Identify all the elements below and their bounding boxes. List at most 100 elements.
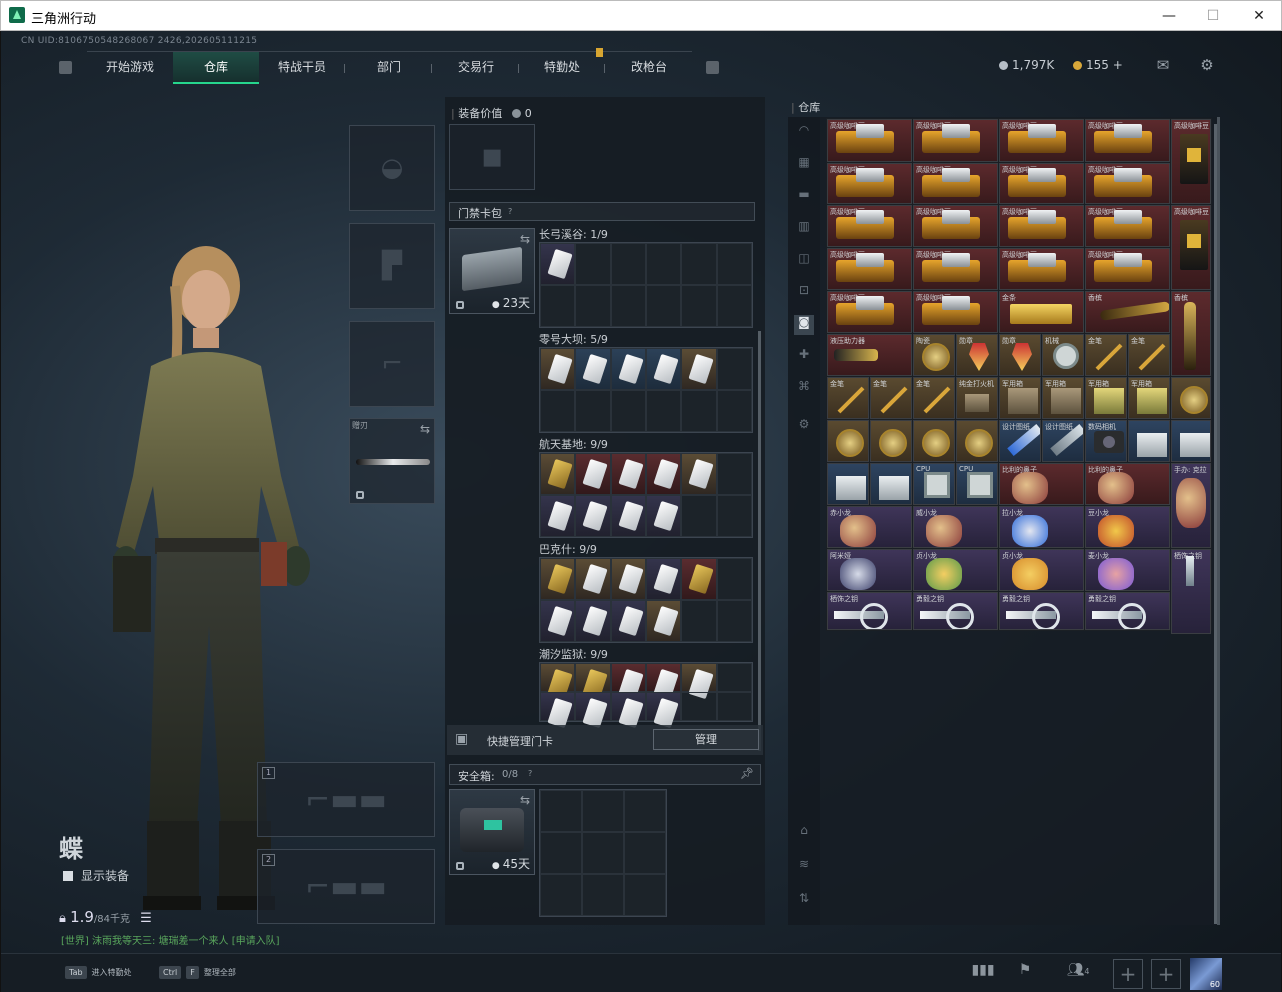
stats-chart-icon[interactable]: ▮▮▮ [971,962,995,984]
warehouse-item[interactable] [1171,377,1211,419]
keycard-item[interactable] [645,453,682,495]
warehouse-item[interactable]: 高级咖啡豆 [913,205,998,247]
warehouse-item[interactable]: 高级咖啡豆 [913,248,998,290]
category-mod-icon[interactable]: ⊡ [794,283,814,303]
warehouse-item[interactable]: 军用箱 [1042,377,1084,419]
safebox-cell[interactable] [540,832,582,874]
safebox-cell[interactable] [582,874,624,916]
warehouse-item[interactable] [827,463,869,505]
keycard-item[interactable] [540,663,576,692]
warehouse-item[interactable]: 金笔 [827,377,869,419]
warehouse-item[interactable]: 金笔 [913,377,955,419]
warehouse-item[interactable] [1128,420,1170,462]
warehouse-item[interactable]: 高级咖啡豆 [913,163,998,204]
warehouse-item[interactable]: 勇毅之钥 [999,592,1084,630]
party-icon[interactable]: 👥︎4 [1061,962,1095,984]
keycard-item[interactable] [540,348,576,390]
warehouse-item[interactable]: 设计图纸 [1042,420,1084,462]
keycard-item[interactable] [540,692,576,721]
keycard-item[interactable] [575,453,611,495]
swap-icon[interactable]: ⇆ [420,422,430,436]
warehouse-item[interactable]: CPU [956,463,998,505]
keycard-item[interactable] [610,600,646,642]
settings-gear-icon[interactable]: ⚙ [1197,56,1217,74]
keycard-item[interactable] [645,558,682,600]
help-icon[interactable]: ? [528,769,532,778]
warehouse-item[interactable]: 高级咖啡豆 [827,291,912,333]
warehouse-item[interactable]: 高级咖啡豆 [1171,119,1211,204]
warehouse-item[interactable]: 高级咖啡豆 [999,248,1084,290]
warehouse-item[interactable]: 拉小龙 [999,506,1084,548]
warehouse-item[interactable] [913,420,955,462]
keycard-item[interactable] [645,600,682,642]
warehouse-item[interactable]: 设计图纸 [999,420,1041,462]
add-currency-button[interactable]: + [1113,58,1123,72]
keycard-item[interactable] [645,348,682,390]
warehouse-item[interactable]: 高级咖啡豆 [1085,119,1170,162]
keycard-item[interactable] [610,495,646,537]
keycard-item[interactable] [645,495,682,537]
minimize-button[interactable]: — [1149,5,1189,27]
tab-operators[interactable]: 特战干员 [259,52,345,84]
tab-department[interactable]: 部门 [346,52,432,84]
sort-icon[interactable]: ⇅ [794,891,814,911]
backpack-slot[interactable]: ◼ [449,124,535,190]
warehouse-item[interactable]: 高级咖啡豆 [1171,205,1211,290]
nav-prev-button[interactable] [59,61,72,74]
warehouse-item[interactable]: 纯金打火机 [956,377,998,419]
safebox-cell[interactable] [624,832,666,874]
invite-slot-button[interactable]: + [1151,959,1181,989]
keycard-item[interactable] [610,663,646,692]
keycard-item[interactable] [610,692,646,721]
warehouse-scrollbar[interactable] [1214,124,1217,924]
warehouse-item[interactable]: 数码相机 [1085,420,1127,462]
warehouse-item[interactable]: 高级咖啡豆 [1085,205,1170,247]
category-backpack-icon[interactable]: ◫ [794,251,814,271]
safebox-cell[interactable] [624,790,666,832]
warehouse-item[interactable]: 赤小龙 [827,506,912,548]
swap-icon[interactable]: ⇆ [520,793,530,807]
special-ops-shortcut[interactable]: Tab 进入特勤处 [65,966,132,979]
flag-icon[interactable]: ⚑ [1013,962,1037,984]
warehouse-item[interactable] [870,463,912,505]
tab-gunsmith[interactable]: 改枪台 [606,52,692,84]
layers-icon[interactable]: ≋ [794,857,814,877]
safebox-cell[interactable] [540,874,582,916]
warehouse-item[interactable]: 高级咖啡豆 [999,119,1084,162]
warehouse-item[interactable] [956,420,998,462]
warehouse-item[interactable]: 栖饰之钥 [827,592,912,630]
keycard-item[interactable] [681,348,717,390]
category-weapon-icon[interactable]: ▬ [794,187,814,207]
warehouse-item[interactable]: 高级咖啡豆 [827,205,912,247]
keycard-item[interactable] [540,243,576,285]
warehouse-item[interactable]: 军用箱 [999,377,1041,419]
warehouse-item[interactable]: 高级咖啡豆 [1085,163,1170,204]
warehouse-item[interactable]: 金笔 [870,377,912,419]
keycard-item[interactable] [540,600,576,642]
warehouse-item[interactable] [827,420,869,462]
checkbox-icon[interactable] [63,871,73,881]
warehouse-item[interactable]: 香槟 [1171,291,1211,376]
tab-warehouse[interactable]: 仓库 [173,52,259,84]
warehouse-item[interactable]: 手办: 克拉 [1171,463,1211,548]
warehouse-item[interactable]: 金笔 [1128,334,1170,376]
keycard-item[interactable] [681,453,717,495]
warehouse-item[interactable]: 金笔 [1085,334,1127,376]
keycard-item[interactable] [681,663,717,692]
warehouse-item[interactable]: 豆小龙 [1085,506,1170,548]
player-avatar[interactable]: 60 [1190,958,1222,990]
keycard-item[interactable] [575,495,611,537]
warehouse-item[interactable]: 高级咖啡豆 [999,163,1084,204]
sort-all-shortcut[interactable]: Ctrl F 整理全部 [159,966,236,979]
keycard-item[interactable] [645,663,682,692]
keycard-item[interactable] [575,348,611,390]
category-settings-icon[interactable]: ⚙ [794,417,814,437]
category-ammo-icon[interactable]: ▥ [794,219,814,239]
keycard-item[interactable] [610,453,646,495]
category-key-icon[interactable]: ⌘ [794,379,814,399]
safebox-cell[interactable] [540,790,582,832]
warehouse-item[interactable]: 金条 [999,291,1084,333]
warehouse-item[interactable]: 勋章 [999,334,1041,376]
close-button[interactable]: ✕ [1239,5,1279,27]
keycard-item[interactable] [575,663,611,692]
